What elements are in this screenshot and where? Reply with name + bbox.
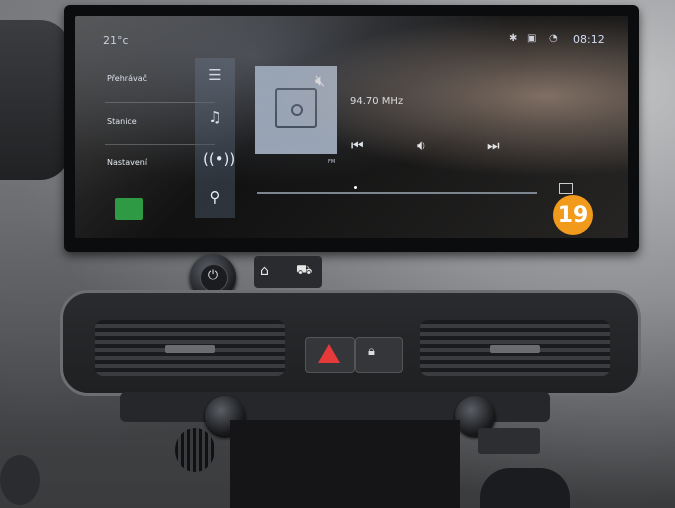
volume-icon[interactable]: 🔉︎: [417, 138, 426, 154]
infotainment-screen: 21°c ✱ ▣ ◔ 08:12 Přehrávač Stanice Nasta…: [75, 16, 628, 238]
speaker-grille: [175, 428, 215, 472]
lock-icon: 🔒︎: [368, 344, 375, 359]
list-icon[interactable]: [559, 183, 573, 194]
radio-frequency: 94.70 MHz: [350, 96, 404, 107]
home-icon[interactable]: ⌂: [260, 263, 269, 279]
search-icon[interactable]: ⚲: [203, 188, 227, 206]
vent-adjust-tab-right[interactable]: [490, 345, 540, 353]
number-badge: 19: [553, 195, 593, 235]
menu-item-stanice[interactable]: Stanice: [107, 117, 137, 126]
progress-handle[interactable]: [354, 186, 357, 189]
power-icon: ⏻: [207, 268, 219, 283]
storage-cavity: [230, 420, 460, 508]
radio-placeholder-dot: [291, 104, 303, 116]
vent-adjust-tab-left[interactable]: [165, 345, 215, 353]
outside-temperature: 21°c: [103, 34, 129, 47]
hazard-icon: [318, 344, 340, 363]
menu-item-prehravac[interactable]: Přehrávač: [107, 74, 147, 83]
mute-icon[interactable]: 🔇︎: [315, 71, 325, 91]
menu-item-nastaveni[interactable]: Nastavení: [107, 158, 147, 167]
phone-signal-icon: ◔: [549, 33, 558, 44]
bluetooth-icon: ✱: [509, 33, 518, 44]
switch-panel[interactable]: [478, 428, 540, 454]
radio-antenna-icon[interactable]: ((•)): [203, 150, 235, 168]
car-icon: ▣: [527, 33, 537, 44]
left-round-control: [0, 455, 40, 505]
previous-icon[interactable]: ⏮︎: [351, 138, 364, 154]
progress-track[interactable]: [257, 192, 537, 194]
clock: 08:12: [573, 33, 605, 46]
lock-button[interactable]: [355, 337, 403, 373]
screen-reflection: [75, 16, 628, 238]
next-icon[interactable]: ⏭︎: [487, 138, 500, 154]
green-shortcut-button[interactable]: [115, 198, 143, 220]
band-label: FM: [328, 159, 336, 165]
car-settings-icon[interactable]: ⛟: [296, 263, 312, 280]
music-note-icon[interactable]: ♫: [203, 108, 227, 126]
left-dashboard-panel: [0, 20, 70, 180]
gear-selector-base: [480, 468, 570, 508]
hamburger-icon[interactable]: ☰: [203, 66, 227, 84]
